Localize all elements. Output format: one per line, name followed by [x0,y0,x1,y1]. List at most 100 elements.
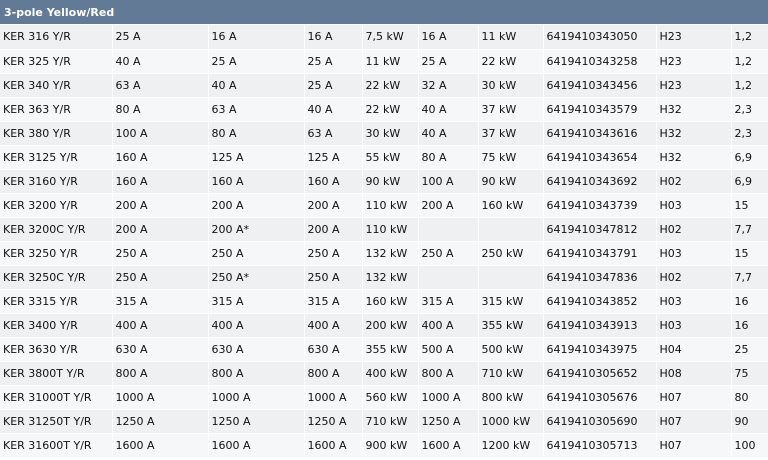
handle-cell: H03 [656,193,732,218]
table-row: KER 316 Y/R 25 A 16 A 16 A 7,5 kW 16 A 11 kW 64… [0,25,768,50]
handle-cell: H32 [656,121,732,146]
handle-cell: H23 [656,49,732,74]
ac21-current-cell: 800 A [208,361,305,386]
type-cell: KER 3250C Y/R [0,265,113,290]
weight-cell: 6,9 [731,145,768,170]
type-cell: KER 325 Y/R [0,49,113,74]
ac3-power-cell: 560 kW [362,385,419,410]
ean-code-cell: 6419410305690 [543,409,657,434]
ac21-current-cell: 80 A [208,121,305,146]
weight-cell: 7,7 [731,265,768,290]
ac23-current-cell: 200 A [418,193,479,218]
ac3-current-cell: 16 A [304,25,363,50]
type-cell: KER 31000T Y/R [0,385,113,410]
handle-cell: H02 [656,217,732,242]
ean-code-cell: 6419410343654 [543,145,657,170]
ac21-current-cell: 16 A [208,25,305,50]
handle-cell: H02 [656,265,732,290]
ean-code-cell: 6419410305713 [543,433,657,458]
ac3-power-cell: 400 kW [362,361,419,386]
weight-cell: 15 [731,241,768,266]
handle-cell: H23 [656,73,732,98]
ac23-power-cell: 800 kW [478,385,544,410]
ac21-current-cell: 200 A [208,193,305,218]
handle-cell: H03 [656,241,732,266]
rated-current-cell: 160 A [112,145,209,170]
type-cell: KER 340 Y/R [0,73,113,98]
ac23-current-cell: 32 A [418,73,479,98]
ac3-current-cell: 800 A [304,361,363,386]
rated-current-cell: 200 A [112,193,209,218]
ac21-current-cell: 250 A [208,241,305,266]
ac23-current-cell: 250 A [418,241,479,266]
rated-current-cell: 1600 A [112,433,209,458]
table-row: KER 31600T Y/R 1600 A 1600 A 1600 A 900 kW 16… [0,433,768,458]
ac23-current-cell: 1000 A [418,385,479,410]
type-cell: KER 3250 Y/R [0,241,113,266]
handle-cell: H32 [656,97,732,122]
ac23-current-cell: 315 A [418,289,479,314]
handle-cell: H07 [656,385,732,410]
type-cell: KER 3400 Y/R [0,313,113,338]
type-cell: KER 3630 Y/R [0,337,113,362]
ac21-current-cell: 125 A [208,145,305,170]
type-cell: KER 31600T Y/R [0,433,113,458]
ac21-current-cell: 1600 A [208,433,305,458]
weight-cell: 100 [731,433,768,458]
type-cell: KER 3315 Y/R [0,289,113,314]
handle-cell: H04 [656,337,732,362]
ac23-power-cell: 160 kW [478,193,544,218]
handle-cell: H07 [656,409,732,434]
ac21-current-cell: 630 A [208,337,305,362]
table-row: KER 3630 Y/R 630 A 630 A 630 A 355 kW 500 A 50… [0,337,768,362]
ac3-current-cell: 1250 A [304,409,363,434]
ac3-power-cell: 160 kW [362,289,419,314]
ean-code-cell: 6419410343258 [543,49,657,74]
weight-cell: 15 [731,193,768,218]
type-cell: KER 3200C Y/R [0,217,113,242]
ac3-power-cell: 22 kW [362,73,419,98]
ac3-power-cell: 7,5 kW [362,25,419,50]
ac23-power-cell: 710 kW [478,361,544,386]
table-row: KER 3200C Y/R 200 A 200 A* 200 A 110 kW 64194… [0,217,768,242]
ean-code-cell: 6419410343050 [543,25,657,50]
ac3-current-cell: 250 A [304,265,363,290]
ac21-current-cell: 63 A [208,97,305,122]
type-cell: KER 3160 Y/R [0,169,113,194]
ac23-current-cell [418,217,479,242]
ac3-current-cell: 63 A [304,121,363,146]
table-body: KER 316 Y/R 25 A 16 A 16 A 7,5 kW 16 A 11 kW 64… [0,25,768,458]
ac23-current-cell [418,265,479,290]
rated-current-cell: 63 A [112,73,209,98]
ac23-power-cell: 11 kW [478,25,544,50]
rated-current-cell: 80 A [112,97,209,122]
ean-code-cell: 6419410347812 [543,217,657,242]
ac23-current-cell: 100 A [418,169,479,194]
weight-cell: 7,7 [731,217,768,242]
ac23-current-cell: 400 A [418,313,479,338]
table-row: KER 325 Y/R 40 A 25 A 25 A 11 kW 25 A 22 kW 641… [0,49,768,74]
table-row: KER 3125 Y/R 160 A 125 A 125 A 55 kW 80 A 75 k… [0,145,768,170]
ac23-power-cell: 355 kW [478,313,544,338]
table-row: KER 3250 Y/R 250 A 250 A 250 A 132 kW 250 A 25… [0,241,768,266]
ac3-current-cell: 400 A [304,313,363,338]
ac3-power-cell: 355 kW [362,337,419,362]
ac23-power-cell: 250 kW [478,241,544,266]
ac3-power-cell: 132 kW [362,265,419,290]
handle-cell: H03 [656,289,732,314]
type-cell: KER 363 Y/R [0,97,113,122]
ac23-power-cell: 500 kW [478,337,544,362]
ac3-current-cell: 1000 A [304,385,363,410]
ac21-current-cell: 200 A* [208,217,305,242]
rated-current-cell: 40 A [112,49,209,74]
type-cell: KER 3800T Y/R [0,361,113,386]
handle-cell: H08 [656,361,732,386]
weight-cell: 1,2 [731,49,768,74]
ean-code-cell: 6419410347836 [543,265,657,290]
ac23-power-cell: 315 kW [478,289,544,314]
ean-code-cell: 6419410343692 [543,169,657,194]
weight-cell: 2,3 [731,97,768,122]
weight-cell: 2,3 [731,121,768,146]
table-row: KER 380 Y/R 100 A 80 A 63 A 30 kW 40 A 37 kW 64… [0,121,768,146]
rated-current-cell: 160 A [112,169,209,194]
